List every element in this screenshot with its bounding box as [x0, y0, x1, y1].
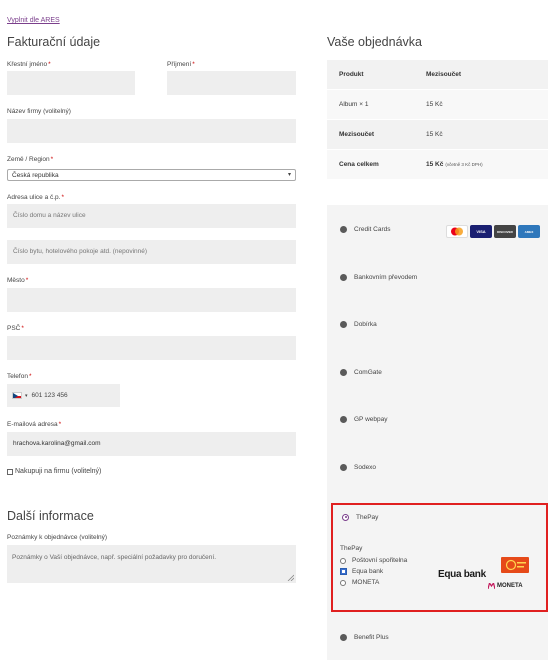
chevron-down-icon[interactable]: ▾ [25, 393, 28, 399]
col-subtotal-header: Mezisoučet [426, 71, 462, 78]
amex-icon: AMEX [518, 225, 540, 238]
thepay-option-postovni[interactable]: Poštovní spořitelna [340, 555, 407, 566]
radio-icon[interactable] [340, 463, 347, 471]
payment-benefit-plus[interactable]: Benefit Plus [327, 627, 548, 647]
checkbox-icon[interactable] [7, 468, 13, 475]
card-logos: VISA DISCOVER AMEX [446, 225, 540, 238]
payment-thepay[interactable]: ThePay ThePay Poštovní spořitelna Equa b… [331, 503, 548, 612]
payment-comgate[interactable]: ComGate [327, 362, 548, 382]
radio-selected-icon[interactable] [340, 568, 347, 575]
thepay-radio-row[interactable]: ThePay [329, 507, 550, 527]
company-purchase-label: Nakupuji na firmu (volitelný) [15, 468, 102, 475]
extra-info-title: Další informace [7, 509, 94, 523]
payment-label: GP webpay [354, 415, 388, 423]
item-price: 15 Kč [426, 101, 443, 108]
total-value: 15 Kč (včetně 3 Kč DPH) [426, 161, 483, 168]
last-name-input[interactable] [167, 71, 296, 95]
order-table: Produkt Mezisoučet Album × 1 15 Kč Mezis… [327, 60, 548, 180]
subtotal-row: Mezisoučet 15 Kč [327, 120, 548, 150]
company-purchase-checkbox[interactable]: Nakupuji na firmu (volitelný) [7, 468, 101, 475]
radio-icon[interactable] [340, 273, 347, 281]
thepay-option-moneta[interactable]: MONETA [340, 577, 407, 588]
payment-sodexo[interactable]: Sodexo [327, 457, 548, 477]
country-select[interactable]: Česká republika ▾ [7, 169, 296, 181]
radio-selected-icon[interactable] [342, 513, 349, 521]
company-label: Název firmy (volitelný) [7, 108, 71, 115]
last-name-label: Příjmení* [167, 61, 195, 68]
fill-from-ares-link[interactable]: Vyplnit dle ARES [7, 17, 60, 24]
payment-label: Sodexo [354, 463, 377, 471]
payment-label: ComGate [354, 368, 382, 376]
resize-handle-icon[interactable] [287, 574, 294, 581]
payment-gp-webpay[interactable]: GP webpay [327, 409, 548, 429]
mastercard-icon [446, 225, 468, 238]
notes-placeholder: Poznámky o Vaší objednávce, např. speciá… [12, 554, 217, 561]
radio-icon[interactable] [340, 415, 347, 423]
zip-input[interactable] [7, 336, 296, 360]
item-name: Album × 1 [339, 101, 369, 108]
order-title: Vaše objednávka [327, 35, 422, 49]
notes-label: Poznámky k objednávce (volitelný) [7, 534, 108, 541]
radio-icon[interactable] [340, 368, 347, 376]
thepay-options: ThePay Poštovní spořitelna Equa bank MON… [340, 545, 407, 588]
company-input[interactable] [7, 119, 296, 143]
country-label: Země / Region* [7, 156, 54, 163]
email-input[interactable]: hrachova.karolina@gmail.com [7, 432, 296, 456]
postovni-sporitelna-logo-icon [501, 557, 529, 573]
billing-title: Fakturační údaje [7, 35, 101, 49]
radio-icon[interactable] [340, 320, 347, 328]
order-notes-textarea[interactable]: Poznámky o Vaší objednávce, např. speciá… [7, 545, 296, 583]
visa-icon: VISA [470, 225, 492, 238]
address-line2-input[interactable]: Číslo bytu, hotelového pokoje atd. (nepo… [7, 240, 296, 264]
first-name-label: Křestní jméno* [7, 61, 51, 68]
equa-bank-logo: Equa bank [438, 569, 486, 580]
total-row: Cena celkem 15 Kč (včetně 3 Kč DPH) [327, 150, 548, 180]
total-label: Cena celkem [339, 161, 379, 168]
city-label: Město* [7, 277, 29, 284]
subtotal-value: 15 Kč [426, 131, 443, 138]
payment-label: Dobírka [354, 320, 377, 328]
order-item-row: Album × 1 15 Kč [327, 90, 548, 120]
payment-label: ThePay [356, 513, 379, 521]
city-input[interactable] [7, 288, 296, 312]
phone-input[interactable]: ▾ 601 123 456 [7, 384, 120, 407]
chevron-down-icon: ▾ [287, 172, 291, 178]
payment-label: Bankovním převodem [354, 273, 418, 281]
payment-bank-transfer[interactable]: Bankovním převodem [327, 267, 548, 287]
phone-label: Telefon* [7, 373, 32, 380]
radio-icon[interactable] [340, 579, 346, 586]
thepay-heading: ThePay [340, 545, 363, 552]
radio-icon[interactable] [340, 225, 347, 233]
payment-cod[interactable]: Dobírka [327, 314, 548, 334]
address-line1-input[interactable]: Číslo domu a název ulice [7, 204, 296, 228]
thepay-option-equa[interactable]: Equa bank [340, 566, 407, 577]
moneta-logo: MONETA [488, 583, 523, 589]
col-product-header: Produkt [339, 71, 364, 78]
payment-label: Credit Cards [354, 225, 391, 233]
radio-icon[interactable] [340, 557, 346, 564]
order-header-row: Produkt Mezisoučet [327, 60, 548, 90]
address-label: Adresa ulice a č.p.* [7, 194, 65, 201]
payment-label: Benefit Plus [354, 633, 389, 641]
czech-flag-icon[interactable] [12, 392, 22, 399]
discover-icon: DISCOVER [494, 225, 516, 238]
zip-label: PSČ* [7, 325, 24, 332]
phone-value: 601 123 456 [31, 392, 68, 399]
subtotal-label: Mezisoučet [339, 131, 375, 138]
email-label: E-mailová adresa* [7, 421, 62, 428]
first-name-input[interactable] [7, 71, 135, 95]
payment-credit-cards[interactable]: Credit Cards VISA DISCOVER AMEX [327, 219, 548, 239]
radio-icon[interactable] [340, 633, 347, 641]
